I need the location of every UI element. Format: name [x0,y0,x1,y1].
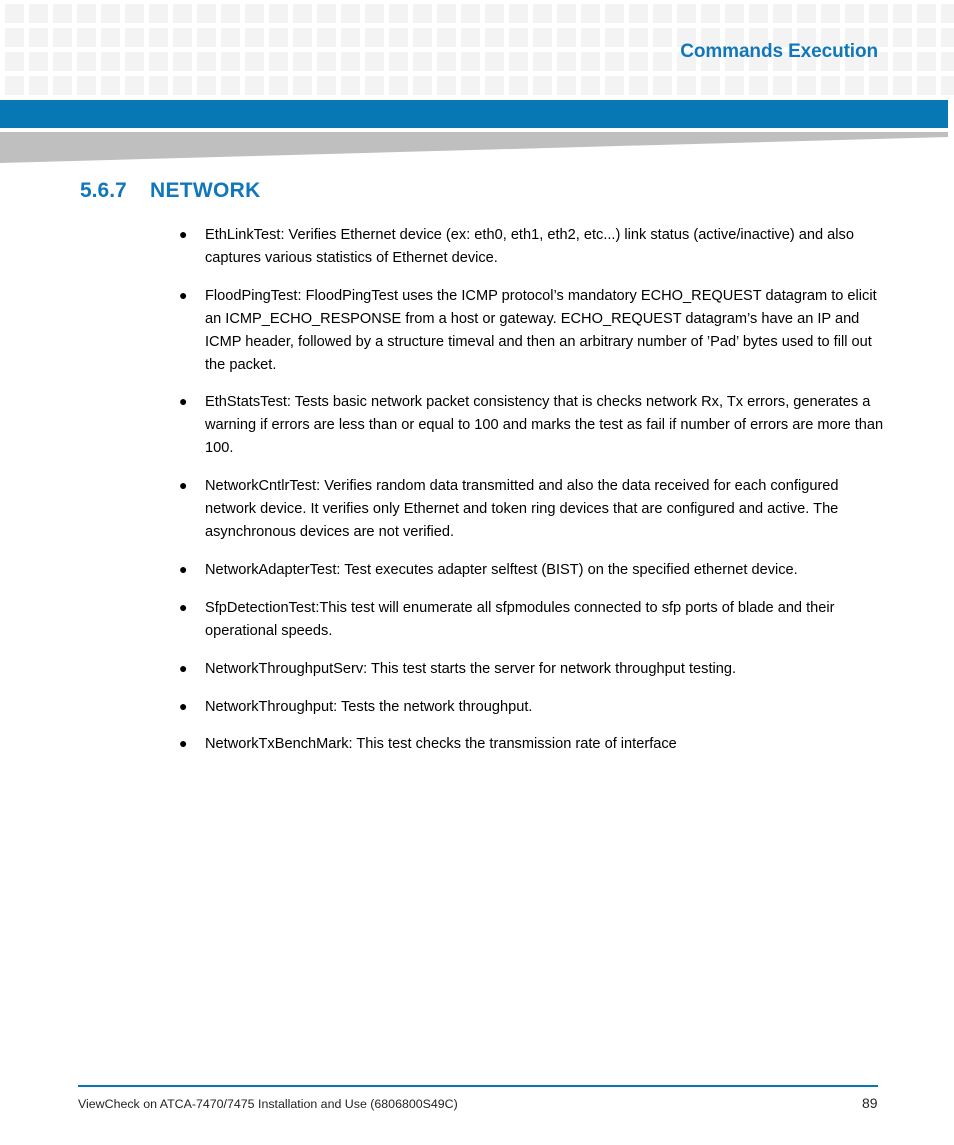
header-title: Commands Execution [680,41,878,62]
list-item: ● NetworkCntlrTest: Verifies random data… [0,475,954,544]
header-gray-wedge [0,132,948,166]
page-footer: ViewCheck on ATCA-7470/7475 Installation… [0,1075,954,1145]
bullet-icon: ● [179,226,188,242]
bullet-icon: ● [179,659,188,676]
list-item-text: FloodPingTest: FloodPingTest uses the IC… [205,287,877,373]
bullet-icon: ● [179,286,188,303]
footer-page-number: 89 [862,1095,878,1111]
bullet-icon: ● [179,735,188,752]
section-number: 5.6.7 [80,179,127,202]
list-item: ● SfpDetectionTest:This test will enumer… [0,597,954,643]
list-item: ● FloodPingTest: FloodPingTest uses the … [0,285,954,377]
page-content: 5.6.7 NETWORK ● EthLinkTest: Verifies Et… [0,178,954,761]
list-item: ● NetworkTxBenchMark: This test checks t… [0,733,954,756]
list-item-text: NetworkThroughput: Tests the network thr… [205,698,533,715]
list-item-text: EthStatsTest: Tests basic network packet… [205,394,884,457]
bullet-icon: ● [179,598,188,615]
bullet-icon: ● [179,697,188,714]
bullet-icon: ● [179,477,188,494]
list-item-text: EthLinkTest: Verifies Ethernet device (e… [205,227,854,266]
list-item-text: SfpDetectionTest:This test will enumerat… [205,599,835,639]
list-item: ● EthLinkTest: Verifies Ethernet device … [0,224,954,270]
section-title: NETWORK [150,179,261,202]
bullet-icon: ● [179,393,188,410]
network-test-list: ● EthLinkTest: Verifies Ethernet device … [0,224,954,756]
list-item: ● NetworkThroughput: Tests the network t… [0,696,954,719]
footer-document-title: ViewCheck on ATCA-7470/7475 Installation… [78,1097,458,1111]
list-item: ● EthStatsTest: Tests basic network pack… [0,391,954,460]
section-heading: 5.6.7 NETWORK [80,178,954,214]
page-header-band: Commands Execution [0,0,954,96]
list-item-text: NetworkAdapterTest: Test executes adapte… [205,561,798,578]
list-item-text: NetworkCntlrTest: Verifies random data t… [205,478,839,540]
list-item-text: NetworkTxBenchMark: This test checks the… [205,736,677,753]
list-item-text: NetworkThroughputServ: This test starts … [205,660,737,677]
header-blue-bar [0,100,948,128]
footer-divider [78,1085,878,1087]
list-item: ● NetworkThroughputServ: This test start… [0,658,954,681]
bullet-icon: ● [179,560,188,577]
list-item: ● NetworkAdapterTest: Test executes adap… [0,559,954,582]
